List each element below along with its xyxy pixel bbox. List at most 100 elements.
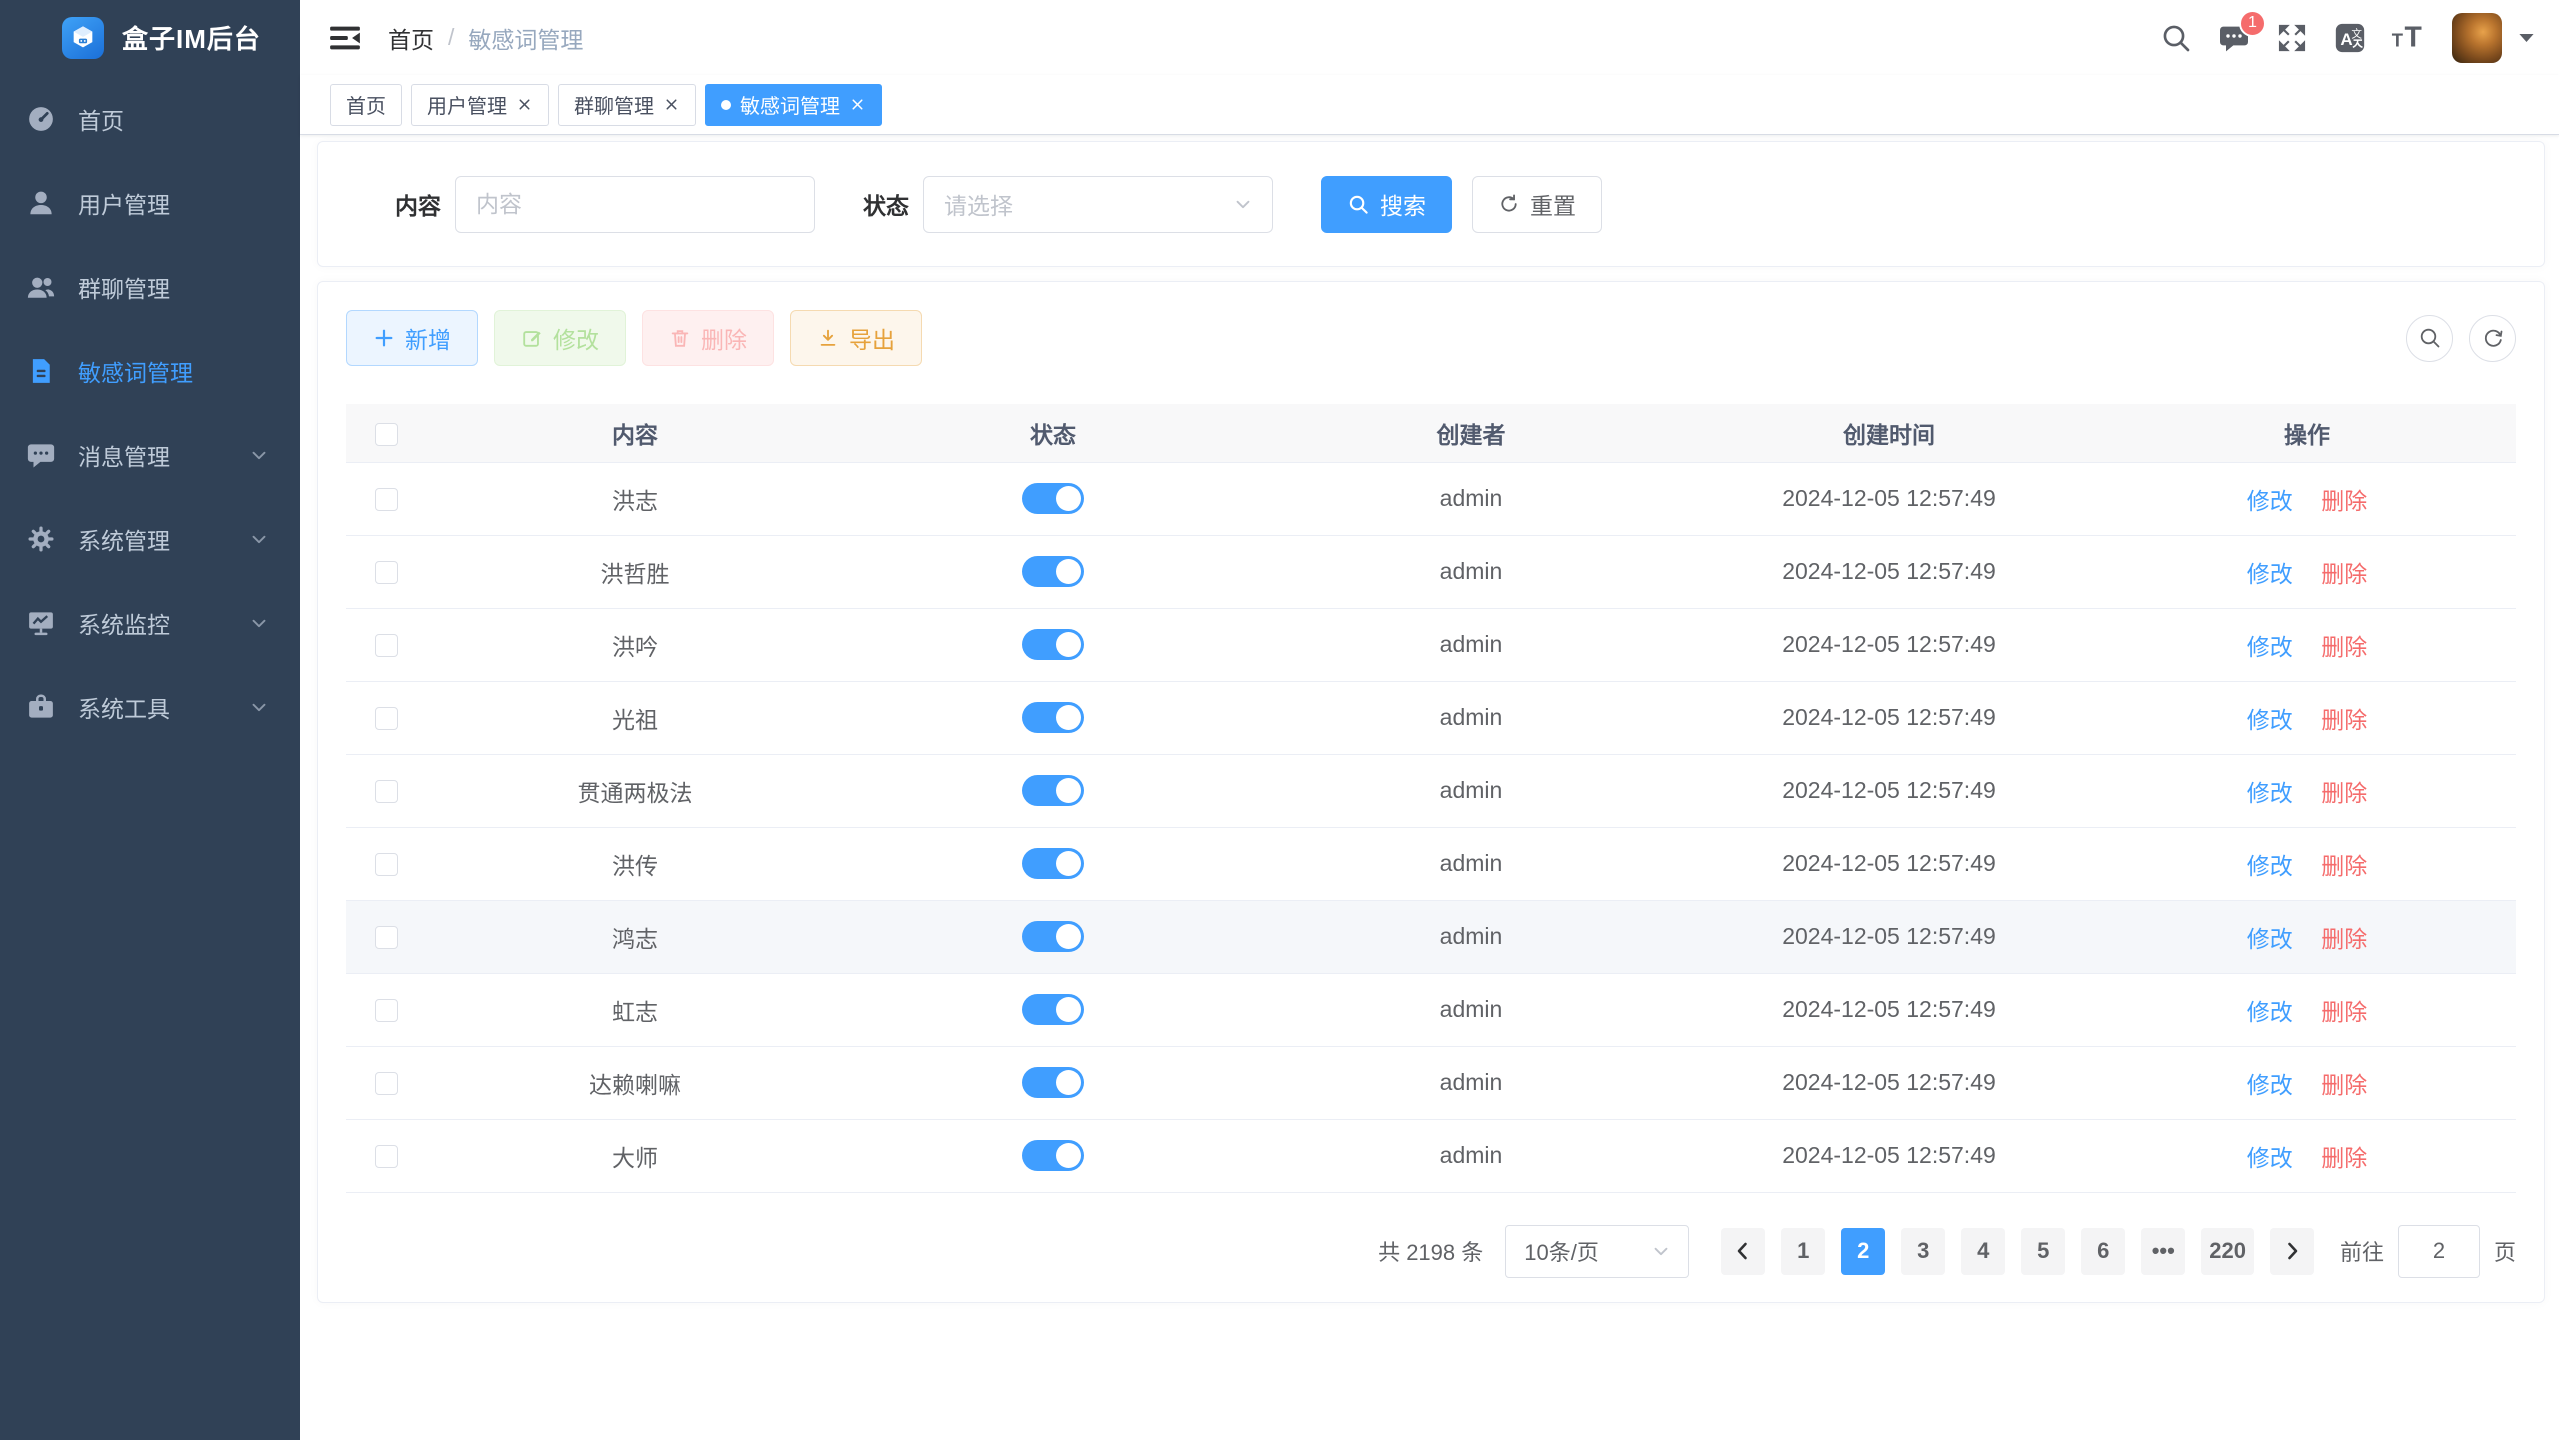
gear-icon	[26, 524, 56, 554]
page-button[interactable]: 1	[1781, 1228, 1825, 1275]
row-checkbox[interactable]	[375, 561, 398, 584]
delete-link[interactable]: 删除	[2321, 634, 2367, 660]
status-form-item: 状态 请选择	[863, 176, 1273, 233]
chevron-down-icon	[1650, 1240, 1672, 1262]
status-toggle[interactable]	[1022, 1067, 1084, 1098]
breadcrumb-home[interactable]: 首页	[388, 21, 434, 55]
next-page-button[interactable]	[2270, 1228, 2314, 1275]
status-toggle[interactable]	[1022, 556, 1084, 587]
refresh-table-icon[interactable]	[2469, 315, 2516, 362]
close-icon[interactable]	[663, 96, 680, 113]
status-toggle[interactable]	[1022, 921, 1084, 952]
page-button[interactable]: 3	[1901, 1228, 1945, 1275]
delete-link[interactable]: 删除	[2321, 780, 2367, 806]
translate-icon[interactable]: A文	[2326, 14, 2374, 62]
status-select[interactable]: 请选择	[923, 176, 1273, 233]
page-size-select[interactable]: 10条/页	[1505, 1225, 1689, 1278]
row-checkbox[interactable]	[375, 926, 398, 949]
delete-link[interactable]: 删除	[2321, 1072, 2367, 1098]
tab-用户管理[interactable]: 用户管理	[411, 84, 549, 126]
row-checkbox[interactable]	[375, 1072, 398, 1095]
font-size-icon[interactable]: TT	[2384, 14, 2432, 62]
edit-button[interactable]: 修改	[494, 310, 626, 366]
row-checkbox[interactable]	[375, 707, 398, 730]
delete-link[interactable]: 删除	[2321, 707, 2367, 733]
sidebar-item-gear[interactable]: 系统管理	[0, 497, 300, 581]
sidebar-item-toolbox[interactable]: 系统工具	[0, 665, 300, 749]
cell-creator: admin	[1262, 1046, 1680, 1119]
goto-page-input[interactable]	[2398, 1225, 2480, 1278]
search-button[interactable]: 搜索	[1321, 176, 1452, 233]
page-button[interactable]: 2	[1841, 1228, 1885, 1275]
user-icon	[26, 188, 56, 218]
edit-link[interactable]: 修改	[2247, 853, 2293, 879]
edit-link[interactable]: 修改	[2247, 634, 2293, 660]
status-toggle[interactable]	[1022, 1140, 1084, 1171]
delete-link[interactable]: 删除	[2321, 853, 2367, 879]
sidebar-item-users[interactable]: 群聊管理	[0, 245, 300, 329]
edit-link[interactable]: 修改	[2247, 561, 2293, 587]
users-icon	[26, 272, 56, 302]
messages-icon[interactable]: 1	[2210, 14, 2258, 62]
fullscreen-icon[interactable]	[2268, 14, 2316, 62]
delete-button[interactable]: 删除	[642, 310, 774, 366]
page-button[interactable]: 4	[1961, 1228, 2005, 1275]
user-menu-caret-icon[interactable]	[2518, 29, 2535, 46]
prev-page-button[interactable]	[1721, 1228, 1765, 1275]
page-button[interactable]: 5	[2021, 1228, 2065, 1275]
edit-link[interactable]: 修改	[2247, 488, 2293, 514]
delete-link[interactable]: 删除	[2321, 561, 2367, 587]
toolbox-icon	[26, 692, 56, 722]
edit-link[interactable]: 修改	[2247, 1072, 2293, 1098]
row-checkbox[interactable]	[375, 634, 398, 657]
close-icon[interactable]	[516, 96, 533, 113]
status-toggle[interactable]	[1022, 702, 1084, 733]
edit-link[interactable]: 修改	[2247, 707, 2293, 733]
content-input[interactable]	[455, 176, 815, 233]
sidebar-item-message[interactable]: 消息管理	[0, 413, 300, 497]
chevron-down-icon	[248, 696, 270, 718]
app-logo[interactable]: 盒子IM后台	[0, 0, 300, 75]
table-row: 鸿志 admin 2024-12-05 12:57:49 修改 删除	[346, 900, 2516, 973]
close-icon[interactable]	[849, 96, 866, 113]
sidebar-item-user[interactable]: 用户管理	[0, 161, 300, 245]
tab-群聊管理[interactable]: 群聊管理	[558, 84, 696, 126]
edit-link[interactable]: 修改	[2247, 1145, 2293, 1171]
reset-button[interactable]: 重置	[1472, 176, 1602, 233]
page-button[interactable]: 6	[2081, 1228, 2125, 1275]
status-toggle[interactable]	[1022, 629, 1084, 660]
sidebar-item-label: 敏感词管理	[78, 354, 193, 388]
message-count-badge: 1	[2239, 10, 2266, 37]
page-button[interactable]: 220	[2201, 1228, 2254, 1275]
delete-link[interactable]: 删除	[2321, 999, 2367, 1025]
status-toggle[interactable]	[1022, 848, 1084, 879]
add-button[interactable]: 新增	[346, 310, 478, 366]
row-checkbox[interactable]	[375, 1145, 398, 1168]
sidebar-item-dashboard[interactable]: 首页	[0, 77, 300, 161]
row-checkbox[interactable]	[375, 999, 398, 1022]
status-toggle[interactable]	[1022, 483, 1084, 514]
pagination-ellipsis[interactable]: •••	[2141, 1228, 2185, 1275]
search-icon[interactable]	[2152, 14, 2200, 62]
tab-label: 敏感词管理	[740, 90, 840, 119]
delete-link[interactable]: 删除	[2321, 1145, 2367, 1171]
delete-link[interactable]: 删除	[2321, 926, 2367, 952]
sidebar-item-document[interactable]: 敏感词管理	[0, 329, 300, 413]
row-checkbox[interactable]	[375, 780, 398, 803]
edit-link[interactable]: 修改	[2247, 926, 2293, 952]
delete-link[interactable]: 删除	[2321, 488, 2367, 514]
sidebar-collapse-icon[interactable]	[328, 21, 362, 55]
sidebar-item-monitor[interactable]: 系统监控	[0, 581, 300, 665]
show-search-icon[interactable]	[2406, 315, 2453, 362]
user-avatar[interactable]	[2452, 13, 2502, 63]
edit-link[interactable]: 修改	[2247, 999, 2293, 1025]
tab-敏感词管理[interactable]: 敏感词管理	[705, 84, 882, 126]
status-toggle[interactable]	[1022, 775, 1084, 806]
status-toggle[interactable]	[1022, 994, 1084, 1025]
row-checkbox[interactable]	[375, 853, 398, 876]
edit-link[interactable]: 修改	[2247, 780, 2293, 806]
row-checkbox[interactable]	[375, 488, 398, 511]
select-all-checkbox[interactable]	[375, 423, 398, 446]
export-button[interactable]: 导出	[790, 310, 922, 366]
tab-首页[interactable]: 首页	[330, 84, 402, 126]
